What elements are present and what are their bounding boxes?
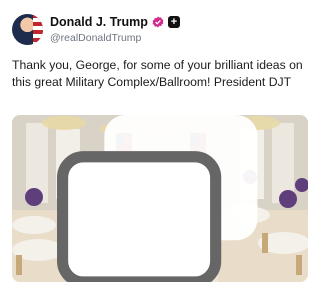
post-text: Thank you, George, for some of your bril… (12, 58, 303, 89)
author-display-name[interactable]: Donald J. Trump (50, 15, 148, 29)
author-handle[interactable]: @realDonaldTrump (50, 32, 141, 44)
plus-square-icon[interactable]: + (167, 16, 180, 28)
post-media[interactable] (12, 115, 308, 282)
gallery-icon[interactable] (12, 115, 308, 282)
avatar[interactable] (12, 14, 43, 45)
verified-badge-icon (152, 16, 164, 28)
post-header: Donald J. Trump + @realDonaldTrump (12, 12, 312, 48)
author-name-row: Donald J. Trump + (50, 15, 180, 29)
